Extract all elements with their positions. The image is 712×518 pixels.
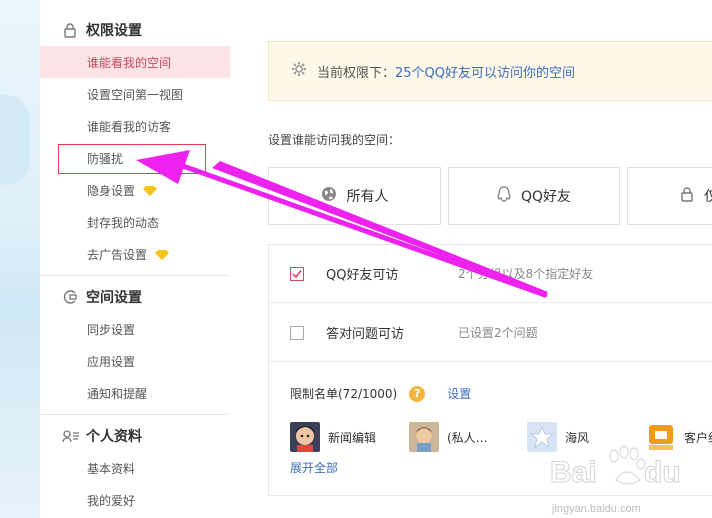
friend-name: 新闻编辑	[328, 430, 377, 445]
section-title: 权限设置	[86, 23, 142, 39]
section-divider	[40, 275, 230, 276]
notice-text: 25个QQ好友可以访问你的空间	[395, 65, 576, 81]
section-space-settings: 空间设置	[62, 284, 142, 310]
help-icon[interactable]: ?	[409, 385, 426, 402]
sidebar-item-archive[interactable]: 封存我的动态	[40, 206, 230, 238]
checkbox-unchecked[interactable]	[290, 325, 304, 340]
row-label: QQ好友可访	[326, 268, 399, 283]
settings-icon	[62, 289, 78, 305]
sidebar-item-label: 谁能看我的空间	[87, 55, 172, 70]
sidebar-item-label: 通知和提醒	[87, 386, 148, 401]
baidu-watermark: Bai du jingyan.baidu.com	[548, 440, 708, 518]
lock-icon	[62, 22, 78, 38]
svg-text:du: du	[644, 456, 681, 489]
notice-prefix: 当前权限下：	[317, 65, 396, 81]
highlight-annotation-box	[58, 144, 206, 174]
avatar	[409, 422, 439, 452]
decorative-blob	[0, 95, 30, 185]
expand-all-link[interactable]: 展开全部	[290, 459, 338, 476]
friend-item[interactable]: (私人…	[409, 420, 488, 454]
sidebar-item-invisible[interactable]: 隐身设置	[40, 174, 230, 206]
option-everyone[interactable]: 所有人	[268, 167, 441, 225]
section-profile: 个人资料	[62, 423, 142, 449]
sidebar-item-label: 同步设置	[87, 322, 136, 337]
page-background	[0, 0, 40, 518]
sidebar-item-who-can-see-space[interactable]: 谁能看我的空间	[40, 46, 230, 78]
sidebar-item-hobbies[interactable]: 我的爱好	[40, 484, 230, 516]
diamond-vip-icon	[143, 185, 158, 196]
sidebar-item-sync[interactable]: 同步设置	[40, 313, 230, 345]
row-qq-friends[interactable]: QQ好友可访 2个分组以及8个指定好友	[269, 245, 712, 303]
sidebar-item-label: 去广告设置	[87, 247, 148, 262]
row-label: 答对问题可访	[326, 327, 405, 342]
svg-text:jingyan.baidu.com: jingyan.baidu.com	[551, 503, 641, 515]
avatar	[290, 422, 320, 452]
gear-icon	[291, 61, 307, 81]
lock-icon	[680, 186, 694, 206]
qq-penguin-icon	[497, 186, 511, 206]
option-qq-friends[interactable]: QQ好友	[448, 167, 620, 225]
row-sub: 已设置2个问题	[458, 326, 538, 340]
option-label: 所有人	[346, 189, 389, 205]
limit-list-header: 限制名单(72/1000) ? 设置	[290, 385, 471, 402]
sidebar-item-label: 封存我的动态	[87, 215, 160, 230]
friend-name: (私人…	[447, 430, 488, 445]
sidebar-item-label: 应用设置	[87, 354, 136, 369]
sidebar-item-label: 隐身设置	[87, 183, 136, 198]
sidebar-item-basic-info[interactable]: 基本资料	[40, 452, 230, 484]
row-answer-questions[interactable]: 答对问题可访 已设置2个问题	[269, 304, 712, 362]
diamond-vip-icon	[155, 249, 170, 260]
globe-icon	[321, 186, 337, 206]
sidebar-item-apps[interactable]: 应用设置	[40, 345, 230, 377]
checkbox-checked[interactable]	[290, 266, 304, 281]
sidebar-item-visitors[interactable]: 谁能看我的访客	[40, 110, 230, 142]
sidebar-item-label: 谁能看我的访客	[87, 119, 172, 134]
sidebar-item-remove-ads[interactable]: 去广告设置	[40, 238, 230, 270]
limit-title: 限制名单(72/1000)	[290, 387, 398, 401]
question-label: 设置谁能访问我的空间：	[268, 133, 401, 147]
sidebar-item-label: 我的爱好	[87, 493, 136, 508]
row-sub: 2个分组以及8个指定好友	[458, 267, 594, 281]
sidebar-item-first-view[interactable]: 设置空间第一视图	[40, 78, 230, 110]
sidebar-item-notifications[interactable]: 通知和提醒	[40, 377, 230, 409]
svg-text:Bai: Bai	[550, 456, 597, 489]
section-privacy: 权限设置	[62, 17, 142, 43]
sidebar-item-label: 基本资料	[87, 461, 136, 476]
permission-notice: 当前权限下：25个QQ好友可以访问你的空间	[268, 41, 712, 101]
friend-item[interactable]: 新闻编辑	[290, 420, 376, 454]
sidebar: 权限设置 谁能看我的空间 设置空间第一视图 谁能看我的访客 防骚扰 隐身设置 封…	[40, 0, 230, 518]
profile-card-icon	[62, 428, 79, 444]
limit-settings-link[interactable]: 设置	[447, 385, 471, 402]
option-only-me[interactable]: 仅	[627, 167, 712, 225]
option-label: QQ好友	[520, 189, 572, 205]
section-title: 个人资料	[86, 429, 142, 445]
section-divider	[40, 414, 230, 415]
section-title: 空间设置	[86, 290, 142, 306]
option-label: 仅	[704, 189, 712, 205]
sidebar-item-label: 设置空间第一视图	[87, 87, 184, 102]
